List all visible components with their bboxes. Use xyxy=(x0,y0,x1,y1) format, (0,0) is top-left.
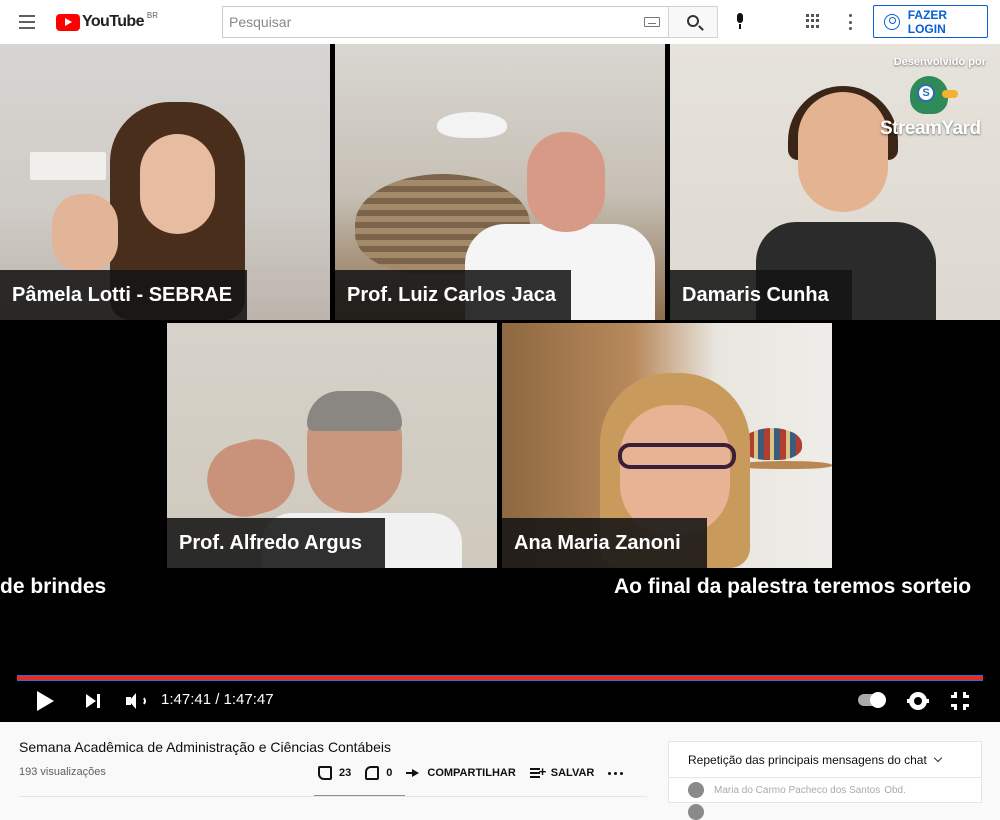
participant-name: Prof. Luiz Carlos Jaca xyxy=(335,270,571,320)
participant-name: Damaris Cunha xyxy=(670,270,852,320)
chat-replay-panel: Repetição das principais mensagens do ch… xyxy=(668,741,982,820)
ticker-text: Ao final da palestra teremos sorteio xyxy=(614,575,972,598)
action-bar: 23 0 COMPARTILHAR SALVAR xyxy=(318,764,624,780)
next-icon[interactable] xyxy=(86,694,102,708)
thumbs-up-icon xyxy=(318,766,332,780)
volume-icon[interactable] xyxy=(126,692,148,710)
video-player[interactable]: Pâmela Lotti - SEBRAE Prof. Luiz Carlos … xyxy=(0,44,1000,722)
avatar xyxy=(688,782,704,798)
streamyard-s-icon: S xyxy=(917,84,935,102)
search-icon xyxy=(687,15,699,27)
share-button[interactable]: COMPARTILHAR xyxy=(406,766,516,780)
login-button[interactable]: FAZER LOGIN xyxy=(873,5,988,38)
save-label: SALVAR xyxy=(550,767,595,779)
participant-tile: Pâmela Lotti - SEBRAE xyxy=(0,44,330,320)
settings-more-icon[interactable] xyxy=(849,14,853,30)
save-button[interactable]: SALVAR xyxy=(529,764,595,780)
chevron-down-icon xyxy=(933,753,943,762)
play-icon[interactable] xyxy=(37,691,54,711)
time-display: 1:47:41 / 1:47:47 xyxy=(161,691,274,708)
video-title: Semana Acadêmica de Administração e Ciên… xyxy=(19,739,391,755)
participant-tile: Prof. Alfredo Argus xyxy=(167,323,497,568)
youtube-logo[interactable]: YouTube BR xyxy=(56,11,158,33)
user-account-icon xyxy=(884,13,900,30)
chat-message xyxy=(688,804,968,820)
scrolling-ticker: de brindes Ao final da palestra teremos … xyxy=(0,568,1000,608)
avatar xyxy=(688,804,704,820)
voice-search-button[interactable] xyxy=(728,10,752,34)
playlist-add-icon xyxy=(529,764,546,780)
masthead: YouTube BR FAZER LOGIN xyxy=(0,0,1000,44)
youtube-play-icon xyxy=(56,13,80,31)
search-button[interactable] xyxy=(668,6,718,38)
streamyard-logo: S StreamYard xyxy=(880,74,990,144)
streamyard-brand: StreamYard xyxy=(880,118,981,139)
autoplay-toggle[interactable] xyxy=(858,692,886,708)
keyboard-icon[interactable] xyxy=(644,17,660,27)
divider xyxy=(19,796,647,797)
chat-mode-dropdown[interactable]: Repetição das principais mensagens do ch… xyxy=(669,742,981,778)
login-label: FAZER LOGIN xyxy=(907,7,948,36)
participant-tile: Prof. Luiz Carlos Jaca xyxy=(335,44,665,320)
chat-author: Maria do Carmo Pacheco dos Santos xyxy=(714,784,881,796)
country-code: BR xyxy=(146,10,158,20)
share-label: COMPARTILHAR xyxy=(427,767,516,779)
participant-name: Ana Maria Zanoni xyxy=(502,518,707,568)
exit-fullscreen-icon[interactable] xyxy=(951,692,969,710)
like-count: 23 xyxy=(339,767,352,779)
dislike-count: 0 xyxy=(386,767,393,779)
apps-grid-icon[interactable] xyxy=(806,14,820,28)
participant-name: Prof. Alfredo Argus xyxy=(167,518,385,568)
view-count: 193 visualizações xyxy=(19,766,106,778)
chat-header-label: Repetição das principais mensagens do ch… xyxy=(688,752,927,767)
thumbs-down-icon xyxy=(365,766,380,780)
search-input[interactable] xyxy=(223,7,668,37)
settings-gear-icon[interactable] xyxy=(907,692,929,710)
participant-tile: Desenvolvido por S StreamYard Damaris Cu… xyxy=(670,44,1000,320)
microphone-icon xyxy=(737,13,743,23)
like-button[interactable]: 23 xyxy=(318,766,351,780)
chat-text: Obd. xyxy=(884,784,906,796)
hamburger-menu-icon[interactable] xyxy=(14,10,40,34)
search-box xyxy=(222,6,668,38)
more-actions-icon[interactable] xyxy=(608,771,624,775)
dislike-button[interactable]: 0 xyxy=(365,766,392,780)
participant-name: Pâmela Lotti - SEBRAE xyxy=(0,270,247,320)
participant-tile: Ana Maria Zanoni xyxy=(502,323,832,568)
developed-by-label: Desenvolvido por xyxy=(893,56,986,68)
progress-played xyxy=(17,676,983,680)
video-info: Semana Acadêmica de Administração e Ciên… xyxy=(0,722,1000,820)
ticker-text: de brindes xyxy=(0,575,107,598)
progress-bar[interactable] xyxy=(17,675,983,681)
logo-text: YouTube xyxy=(82,13,144,30)
chat-message: Maria do Carmo Pacheco dos Santos Obd. xyxy=(688,782,968,798)
share-icon xyxy=(406,766,420,780)
